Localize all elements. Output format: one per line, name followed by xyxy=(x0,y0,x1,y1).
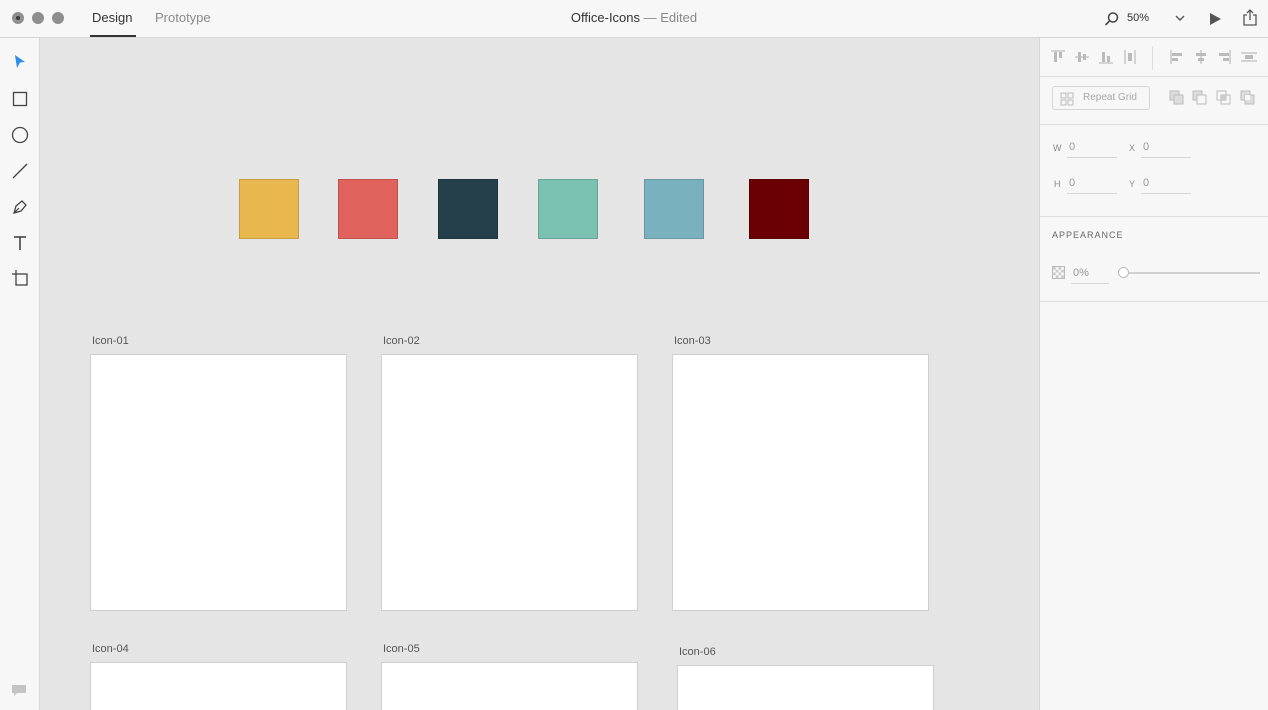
zoom-window-button[interactable] xyxy=(52,12,64,24)
artboard[interactable] xyxy=(677,665,934,710)
active-tab-indicator xyxy=(90,35,136,37)
text-tool-icon[interactable] xyxy=(11,234,29,252)
artboard[interactable] xyxy=(90,662,347,710)
boolean-subtract-icon[interactable] xyxy=(1192,90,1208,106)
zoom-level[interactable]: 50% xyxy=(1127,12,1149,24)
repeat-grid-label: Repeat Grid xyxy=(1083,92,1137,103)
artboard[interactable] xyxy=(672,354,929,611)
artboard-label[interactable]: Icon-06 xyxy=(679,646,716,658)
color-swatch[interactable] xyxy=(749,179,809,239)
artboard[interactable] xyxy=(90,354,347,611)
align-left-icon[interactable] xyxy=(1169,49,1185,65)
rectangle-tool-icon[interactable] xyxy=(12,91,28,107)
title-bar: Design Prototype Office-Icons — Edited 5… xyxy=(0,0,1268,38)
opacity-slider-track[interactable] xyxy=(1124,272,1260,274)
document-name: Office-Icons xyxy=(570,10,641,25)
line-tool-icon[interactable] xyxy=(11,162,29,180)
artboard-label[interactable]: Icon-05 xyxy=(383,643,420,655)
tab-design[interactable]: Design xyxy=(92,10,132,25)
artboard-label[interactable]: Icon-01 xyxy=(92,335,129,347)
x-field-label: X xyxy=(1129,143,1136,153)
opacity-slider-thumb[interactable] xyxy=(1118,267,1129,278)
distribute-vertical-icon[interactable] xyxy=(1122,49,1138,65)
repeat-grid-icon xyxy=(1060,92,1074,106)
tools-toolbar xyxy=(0,38,40,710)
share-icon[interactable] xyxy=(1242,9,1258,27)
panel-divider xyxy=(1040,301,1268,302)
panel-divider xyxy=(1040,76,1268,77)
width-field-underline xyxy=(1067,157,1117,158)
opacity-field[interactable]: 0% xyxy=(1073,267,1089,279)
align-bottom-icon[interactable] xyxy=(1098,49,1114,65)
ellipse-tool-icon[interactable] xyxy=(11,126,29,144)
align-right-icon[interactable] xyxy=(1216,49,1232,65)
width-field-label: W xyxy=(1053,143,1062,153)
pen-tool-icon[interactable] xyxy=(11,198,29,216)
boolean-intersect-icon[interactable] xyxy=(1216,90,1232,106)
close-window-button[interactable] xyxy=(12,12,24,24)
artboard[interactable] xyxy=(381,662,638,710)
color-swatch[interactable] xyxy=(338,179,398,239)
artboard-tool-icon[interactable] xyxy=(11,269,29,287)
artboard-label[interactable]: Icon-04 xyxy=(92,643,129,655)
artboard-label[interactable]: Icon-02 xyxy=(383,335,420,347)
align-center-icon[interactable] xyxy=(1193,49,1209,65)
color-swatch[interactable] xyxy=(644,179,704,239)
appearance-section-title: APPEARANCE xyxy=(1052,230,1124,240)
opacity-icon xyxy=(1052,266,1065,279)
align-separator xyxy=(1152,46,1153,70)
y-field-underline xyxy=(1141,193,1191,194)
color-swatch[interactable] xyxy=(538,179,598,239)
y-field-label: Y xyxy=(1129,179,1136,189)
tab-prototype[interactable]: Prototype xyxy=(155,10,211,25)
x-field-underline xyxy=(1141,157,1191,158)
panel-divider xyxy=(1040,124,1268,125)
boolean-exclude-icon[interactable] xyxy=(1240,90,1256,106)
minimize-window-button[interactable] xyxy=(32,12,44,24)
comment-icon[interactable] xyxy=(11,684,27,698)
design-canvas[interactable]: Icon-01 Icon-02 Icon-03 Icon-04 Icon-05 … xyxy=(40,38,1038,710)
color-swatch[interactable] xyxy=(438,179,498,239)
play-icon[interactable] xyxy=(1208,11,1222,27)
color-swatch[interactable] xyxy=(239,179,299,239)
y-field[interactable]: 0 xyxy=(1143,177,1149,189)
panel-divider xyxy=(1040,216,1268,217)
distribute-horizontal-icon[interactable] xyxy=(1240,49,1258,65)
opacity-field-underline xyxy=(1071,283,1109,284)
artboard[interactable] xyxy=(381,354,638,611)
align-top-icon[interactable] xyxy=(1050,49,1066,65)
artboard-label[interactable]: Icon-03 xyxy=(674,335,711,347)
x-field[interactable]: 0 xyxy=(1143,141,1149,153)
width-field[interactable]: 0 xyxy=(1069,141,1075,153)
repeat-grid-button[interactable]: Repeat Grid xyxy=(1052,86,1150,110)
document-status: — Edited xyxy=(640,10,698,25)
select-tool-icon[interactable] xyxy=(13,54,27,70)
height-field-underline xyxy=(1067,193,1117,194)
boolean-add-icon[interactable] xyxy=(1169,90,1185,106)
align-middle-icon[interactable] xyxy=(1074,49,1090,65)
search-icon[interactable] xyxy=(1104,11,1120,27)
property-inspector: Repeat Grid W 0 X 0 H 0 Y 0 APPEARANCE 0… xyxy=(1039,38,1268,710)
chevron-down-icon[interactable] xyxy=(1175,14,1185,22)
height-field[interactable]: 0 xyxy=(1069,177,1075,189)
height-field-label: H xyxy=(1054,179,1061,189)
